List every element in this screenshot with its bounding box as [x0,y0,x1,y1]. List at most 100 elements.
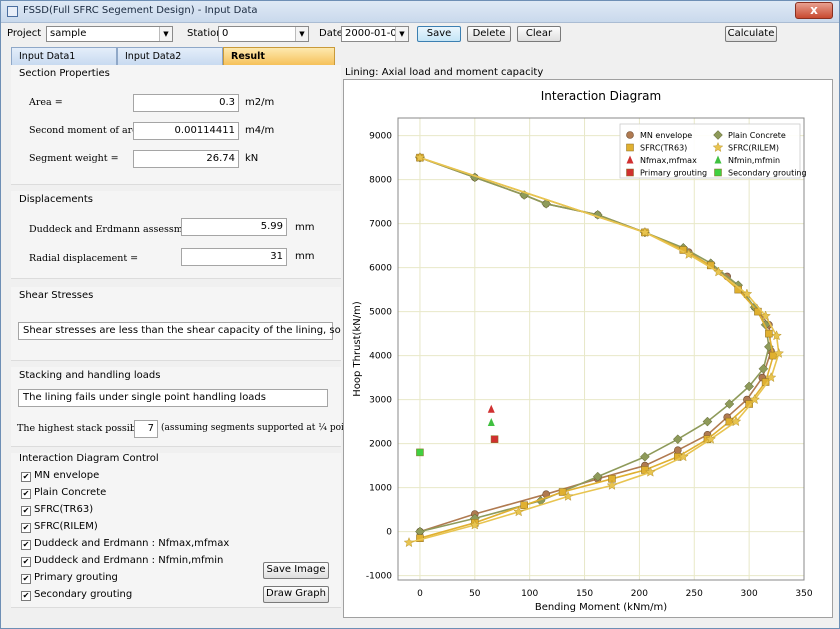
y-tick-label: 1000 [369,484,392,494]
stacking-title: Stacking and handling loads [19,370,161,381]
data-point-secondary-grouting [416,448,424,457]
check-icon[interactable]: ✔ [21,557,31,567]
x-tick-label: 250 [686,589,703,599]
check-icon[interactable]: ✔ [21,472,31,482]
checkbox-label: Primary grouting [34,572,118,583]
shear-message: Shear stresses are less than the shear c… [18,322,358,340]
check-icon[interactable]: ✔ [21,591,31,601]
duddeck-value[interactable]: 5.99 [181,218,287,236]
x-tick-label: 150 [576,589,593,599]
window-title: FSSD(Full SFRC Segement Design) - Input … [23,5,258,16]
data-point-nfmax-mfmax [487,404,495,413]
check-icon[interactable]: ✔ [21,574,31,584]
checkbox-primary-grouting[interactable]: ✔ Primary grouting [21,572,118,584]
area-value[interactable]: 0.3 [133,94,239,112]
stacking-message: The lining fails under single point hand… [18,389,328,407]
plot-area-border [397,117,805,581]
y-tick-label: 7000 [369,220,392,230]
checkbox-label: Duddeck and Erdmann : Nfmin,mfmin [34,555,224,566]
legend-label: Primary grouting [640,169,707,178]
close-button[interactable]: x [795,2,833,19]
data-point-plain-concrete [640,451,650,462]
checkbox-sfrc-rilem[interactable]: ✔ SFRC(RILEM) [21,521,98,533]
legend-label: MN envelope [640,131,692,140]
weight-unit: kN [245,153,259,164]
area-unit: m2/m [245,97,275,108]
chevron-down-icon[interactable]: ▼ [295,27,308,41]
checkbox-label: Duddeck and Erdmann : Nfmax,mfmax [34,538,230,549]
legend-label: Plain Concrete [728,131,786,140]
checkbox-nfmax[interactable]: ✔ Duddeck and Erdmann : Nfmax,mfmax [21,538,229,550]
check-icon[interactable]: ✔ [21,540,31,550]
checkbox-secondary-grouting[interactable]: ✔ Secondary grouting [21,589,132,601]
diagram-control-title: Interaction Diagram Control [19,453,159,464]
y-tick-label: 5000 [369,308,392,318]
stack-value[interactable]: 7 [134,420,158,438]
x-tick-label: 300 [741,589,758,599]
legend-label: Secondary grouting [728,169,807,178]
interaction-diagram-chart: 0 50 100 150 200 250 300 350 -1000 0 1000 2000 3000 4… [352,89,813,613]
stack-note: (assuming segments supported at ¼ points… [161,423,362,433]
y-tick-label: 6000 [369,264,392,274]
legend-marker [714,168,722,177]
weight-label: Segment weight = [29,153,119,164]
data-point-sfrc-tr63- [558,488,567,496]
project-value: sample [50,28,87,39]
legend-label: SFRC(TR63) [640,144,687,153]
y-tick-label: 4000 [369,352,392,362]
x-tick-label: 0 [417,589,423,599]
save-button[interactable]: Save [417,26,461,42]
shear-group: Shear Stresses Shear stresses are less t… [11,287,358,361]
data-point-primary-grouting [490,435,499,443]
section-properties-title: Section Properties [19,68,110,79]
x-tick-label: 200 [631,589,648,599]
legend-marker [626,131,634,139]
shear-title: Shear Stresses [19,290,94,301]
moment-value[interactable]: 0.00114411 [133,122,239,140]
tab-input-data2[interactable]: Input Data2 [117,47,223,65]
date-picker[interactable]: 2000-01-01 ▼ [341,26,409,42]
tab-result[interactable]: Result [223,47,335,65]
check-icon[interactable]: ✔ [21,506,31,516]
data-point-nfmin-mfmin [487,417,495,426]
y-tick-label: 3000 [369,396,392,406]
project-select[interactable]: sample ▼ [46,26,173,42]
chevron-down-icon[interactable]: ▼ [159,27,172,41]
save-image-button[interactable]: Save Image [263,562,329,579]
checkbox-sfrc-tr63[interactable]: ✔ SFRC(TR63) [21,504,93,516]
x-tick-label: 100 [521,589,538,599]
draw-graph-button[interactable]: Draw Graph [263,586,329,603]
x-tick-label: 50 [469,589,481,599]
y-tick-label: 0 [386,528,392,538]
stacking-group: Stacking and handling loads The lining f… [11,367,361,447]
area-label: Area = [29,97,63,108]
checkbox-label: SFRC(RILEM) [34,521,98,532]
checkbox-nfmin[interactable]: ✔ Duddeck and Erdmann : Nfmin,mfmin [21,555,223,567]
diagram-control-group: Interaction Diagram Control ✔ MN envelope… [11,453,341,608]
chart-title: Interaction Diagram [541,89,661,103]
station-select[interactable]: 0 ▼ [218,26,309,42]
clear-button[interactable]: Clear [517,26,561,42]
check-icon[interactable]: ✔ [21,523,31,533]
x-tick-label: 350 [795,589,812,599]
check-icon[interactable]: ✔ [21,489,31,499]
data-point-sfrc-tr63- [520,501,528,509]
radial-value[interactable]: 31 [181,248,287,266]
calculate-button[interactable]: Calculate [725,26,777,42]
radial-unit: mm [295,251,315,262]
weight-value[interactable]: 26.74 [133,150,239,168]
chart-caption: Lining: Axial load and moment capacity [345,67,544,78]
delete-button[interactable]: Delete [467,26,511,42]
checkbox-mn-envelope[interactable]: ✔ MN envelope [21,470,99,482]
series-line-sfrc-rilem- [408,156,780,544]
chevron-down-icon[interactable]: ▼ [395,27,408,41]
checkbox-plain-concrete[interactable]: ✔ Plain Concrete [21,487,106,499]
displacements-group: Displacements Duddeck and Erdmann assess… [11,191,341,279]
legend-label: SFRC(RILEM) [728,144,779,153]
tab-input-data1[interactable]: Input Data1 [11,47,117,65]
app-icon [7,6,18,17]
data-point-mn-envelope [674,446,682,455]
title-bar: FSSD(Full SFRC Segement Design) - Input … [1,1,839,23]
legend-marker [626,143,634,152]
x-axis-label: Bending Moment (kNm/m) [535,602,667,613]
